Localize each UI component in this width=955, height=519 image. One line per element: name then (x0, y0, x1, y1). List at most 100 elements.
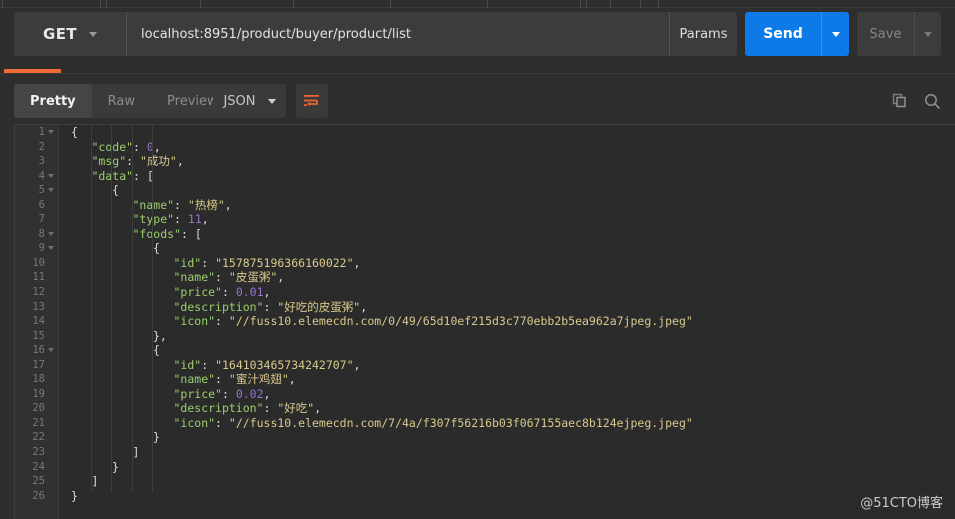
response-toolbar: Pretty Raw Preview JSON (0, 84, 955, 118)
indent-guide (152, 125, 153, 493)
code-line: 19 "price": 0.02, (15, 387, 955, 402)
line-number: 26 (32, 489, 45, 502)
save-options-button[interactable] (914, 12, 941, 56)
code-text: "icon": "//fuss10.elemecdn.com/7/4a/f307… (173, 415, 693, 430)
line-number: 7 (38, 213, 45, 226)
code-text: "description": "好吃的皮蛋粥", (173, 299, 368, 314)
http-method-selector[interactable]: GET (14, 12, 127, 56)
code-line: 11 "name": "皮蛋粥", (15, 270, 955, 285)
code-text: "name": "热榜", (132, 197, 232, 212)
code-text: "name": "蜜汁鸡翅", (173, 372, 296, 387)
params-button[interactable]: Params (669, 12, 737, 56)
code-text: { (153, 241, 160, 256)
code-text: "data": [ (91, 168, 154, 183)
code-text: "price": 0.02, (173, 386, 271, 401)
response-view-tabs: Pretty Raw Preview (14, 84, 234, 118)
fold-toggle-icon[interactable] (48, 188, 54, 193)
chevron-down-icon (924, 31, 932, 37)
word-wrap-toggle[interactable] (296, 84, 328, 118)
code-text: } (112, 459, 119, 474)
code-line: 7 "type": 11, (15, 212, 955, 227)
url-input[interactable]: localhost:8951/product/buyer/product/lis… (127, 12, 669, 56)
indent-guide (90, 125, 92, 493)
code-line: 5{ (15, 183, 955, 198)
fold-toggle-icon[interactable] (48, 246, 54, 251)
save-button[interactable]: Save (857, 12, 914, 56)
line-number: 16 (32, 344, 45, 357)
code-line: 4 "data": [ (15, 169, 955, 184)
send-options-button[interactable] (821, 12, 849, 56)
fold-toggle-icon[interactable] (48, 231, 54, 236)
tab-pretty[interactable]: Pretty (14, 84, 92, 118)
save-button-group: Save (857, 12, 941, 56)
code-text: "code": 0, (91, 139, 161, 154)
code-text: ] (91, 474, 99, 489)
code-line: 16 { (15, 343, 955, 358)
code-line: 14 "icon": "//fuss10.elemecdn.com/0/49/65… (15, 314, 955, 329)
search-icon (925, 93, 941, 109)
line-number: 23 (32, 446, 45, 459)
code-line: 18 "name": "蜜汁鸡翅", (15, 372, 955, 387)
code-line: 15}, (15, 329, 955, 344)
line-number: 5 (38, 184, 45, 197)
tab-raw[interactable]: Raw (92, 84, 151, 118)
code-text: "foods": [ (132, 226, 202, 241)
line-number: 14 (32, 315, 45, 328)
code-line: 25] (15, 474, 955, 489)
fold-toggle-icon[interactable] (48, 348, 54, 353)
code-text: }, (153, 328, 167, 343)
postman-window: GET localhost:8951/product/buyer/product… (0, 0, 955, 519)
code-line: 20 "description": "好吃", (15, 401, 955, 416)
code-line: 17 "id": "164103465734242707", (15, 358, 955, 373)
line-number: 3 (38, 155, 45, 168)
line-number: 2 (38, 140, 45, 153)
indent-guide (131, 125, 133, 493)
url-value: localhost:8951/product/buyer/product/lis… (141, 26, 411, 42)
code-text: { (153, 343, 160, 358)
code-text: } (71, 488, 78, 503)
line-number: 13 (32, 300, 45, 313)
response-actions (892, 84, 941, 118)
tab-strip-remnant (0, 0, 955, 8)
divider (0, 73, 955, 74)
word-wrap-icon (304, 95, 319, 107)
code-line: 21 "icon": "//fuss10.elemecdn.com/7/4a/f3… (15, 416, 955, 431)
line-number: 17 (32, 358, 45, 371)
line-number: 6 (38, 198, 45, 211)
line-number: 22 (32, 431, 45, 444)
code-line: 12 "price": 0.01, (15, 285, 955, 300)
search-button[interactable] (924, 93, 941, 110)
code-line: 3 "msg": "成功", (15, 154, 955, 169)
request-bar: GET localhost:8951/product/buyer/product… (14, 12, 941, 56)
chevron-down-icon (831, 31, 840, 37)
response-format-label: JSON (223, 93, 256, 109)
code-text: "icon": "//fuss10.elemecdn.com/0/49/65d1… (173, 314, 693, 329)
response-format-selector[interactable]: JSON (213, 84, 286, 118)
fold-toggle-icon[interactable] (48, 173, 54, 178)
line-number: 8 (38, 227, 45, 240)
code-line: 6 "name": "热榜", (15, 198, 955, 213)
code-text: "name": "皮蛋粥", (173, 270, 285, 285)
copy-button[interactable] (892, 93, 908, 109)
response-body-pane[interactable]: 1{2 "code": 0, 3 "msg": "成功", 4 "data": [5{6 "… (14, 124, 955, 519)
code-line: 26} (15, 489, 955, 504)
send-button-group: Send (745, 12, 849, 56)
fold-toggle-icon[interactable] (48, 130, 54, 134)
line-number: 25 (32, 475, 45, 488)
line-number: 19 (32, 387, 45, 400)
code-text: "id": "157875196366160022", (173, 255, 361, 270)
line-number: 11 (32, 271, 45, 284)
code-line: 8 "foods": [ (15, 227, 955, 242)
code-text: ] (132, 445, 140, 460)
code-line: 9{ (15, 241, 955, 256)
indent-guide (111, 125, 112, 493)
line-number: 12 (32, 286, 45, 299)
code-line: 10 "id": "157875196366160022", (15, 256, 955, 271)
send-button[interactable]: Send (745, 12, 821, 56)
code-text: { (71, 125, 78, 139)
code-content[interactable]: 1{2 "code": 0, 3 "msg": "成功", 4 "data": [5{6 "… (15, 125, 955, 519)
line-number: 9 (38, 242, 45, 255)
code-text: { (112, 183, 119, 198)
chevron-down-icon (89, 31, 97, 37)
code-line: 1{ (15, 125, 955, 140)
